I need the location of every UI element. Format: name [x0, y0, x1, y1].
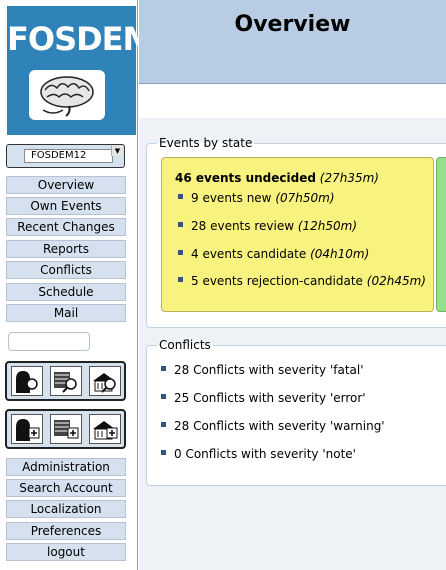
page-title: Overview [234, 12, 351, 37]
nav-own-events[interactable]: Own Events [6, 197, 126, 215]
search-room-icon[interactable] [89, 366, 121, 396]
conflict-item-warning[interactable]: 28 Conflicts with severity 'warning' [161, 419, 385, 433]
state-item-rejection-candidate[interactable]: 5 events rejection-candidate (02h45m) [178, 274, 426, 288]
logo-text: FOSDEM [7, 20, 154, 58]
nav-conflicts[interactable]: Conflicts [6, 261, 126, 279]
add-event-icon[interactable] [50, 414, 82, 444]
conflict-item-label: 0 Conflicts with severity 'note' [174, 447, 356, 461]
state-item-duration: (12h50m) [297, 219, 358, 233]
search-event-icon[interactable] [50, 366, 82, 396]
bullet-icon [178, 222, 183, 227]
bullet-icon [161, 366, 166, 371]
search-input[interactable] [8, 332, 90, 351]
conflict-item-error[interactable]: 25 Conflicts with severity 'error' [161, 391, 366, 405]
state-item-duration: (07h50m) [275, 191, 335, 205]
nav-overview[interactable]: Overview [6, 176, 126, 194]
add-icons-group [5, 409, 126, 449]
page-header: Overview [139, 0, 446, 84]
add-person-icon[interactable] [11, 414, 43, 444]
nav-reports[interactable]: Reports [6, 240, 126, 258]
search-person-icon[interactable] [11, 366, 43, 396]
bullet-icon [161, 422, 166, 427]
conflict-item-note[interactable]: 0 Conflicts with severity 'note' [161, 447, 356, 461]
header-spacer [139, 84, 446, 118]
fosdem-logo[interactable]: FOSDEM [7, 6, 154, 135]
bullet-icon [161, 450, 166, 455]
state-item-duration: (02h45m) [366, 274, 426, 288]
state-item-new[interactable]: 9 events new (07h50m) [178, 191, 335, 205]
state-item-review[interactable]: 28 events review (12h50m) [178, 219, 357, 233]
nav-mail[interactable]: Mail [6, 304, 126, 322]
events-by-state-legend: Events by state [159, 136, 253, 150]
state-item-label: 5 events rejection-candidate [191, 274, 363, 288]
state-item-label: 28 events review [191, 219, 295, 233]
bullet-icon [178, 194, 183, 199]
nav-administration[interactable]: Administration [6, 458, 126, 476]
undecided-summary[interactable]: 46 events undecided (27h35m) [175, 171, 379, 185]
state-item-duration: (04h10m) [310, 247, 370, 261]
conference-select[interactable]: FOSDEM12 ▼ [6, 144, 125, 168]
state-item-label: 9 events new [191, 191, 272, 205]
search-icons-group [5, 361, 126, 401]
undecided-events-panel: 46 events undecided (27h35m) 9 events ne… [161, 157, 434, 312]
undecided-duration: (27h35m) [319, 171, 379, 185]
nav-preferences[interactable]: Preferences [6, 522, 126, 540]
brain-icon [29, 70, 105, 120]
conference-select-value[interactable]: FOSDEM12 [24, 149, 113, 163]
bullet-icon [178, 250, 183, 255]
undecided-count: 46 events undecided [175, 171, 316, 185]
state-item-label: 4 events candidate [191, 247, 307, 261]
add-room-icon[interactable] [89, 414, 121, 444]
sidebar: FOSDEM FOSDEM12 ▼ Overview Own Events Re… [0, 0, 154, 570]
nav-recent-changes[interactable]: Recent Changes [6, 218, 126, 236]
conflicts-box: Conflicts [146, 338, 446, 486]
nav-localization[interactable]: Localization [6, 500, 126, 518]
conflicts-legend: Conflicts [159, 338, 211, 352]
conflict-item-label: 28 Conflicts with severity 'fatal' [174, 363, 364, 377]
nav-search-account[interactable]: Search Account [6, 479, 126, 497]
accepted-events-panel [436, 157, 446, 312]
conflict-item-fatal[interactable]: 28 Conflicts with severity 'fatal' [161, 363, 364, 377]
chevron-down-icon[interactable]: ▼ [111, 146, 123, 156]
state-item-candidate[interactable]: 4 events candidate (04h10m) [178, 247, 369, 261]
conflict-item-label: 28 Conflicts with severity 'warning' [174, 419, 385, 433]
bullet-icon [178, 277, 183, 282]
nav-logout[interactable]: logout [6, 543, 126, 561]
conflict-item-label: 25 Conflicts with severity 'error' [174, 391, 366, 405]
bullet-icon [161, 394, 166, 399]
nav-schedule[interactable]: Schedule [6, 283, 126, 301]
